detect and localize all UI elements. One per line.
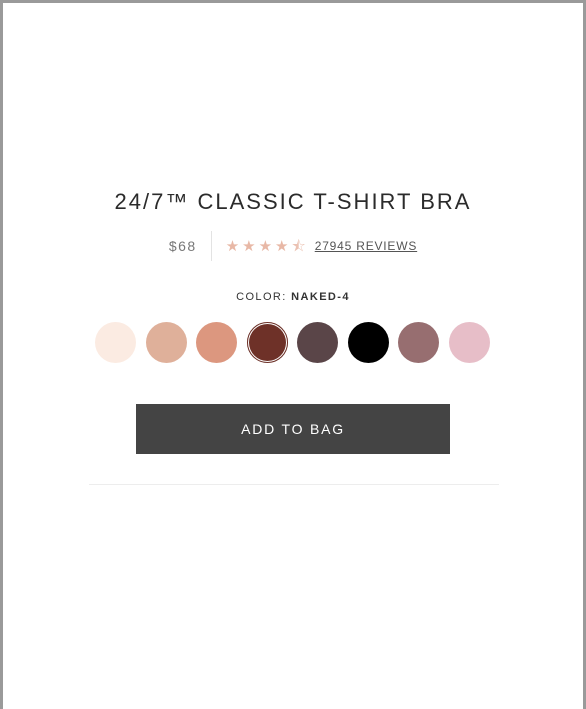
color-swatch[interactable] (246, 322, 288, 363)
star-icon: ★ (275, 237, 289, 255)
color-swatch[interactable] (347, 322, 389, 363)
selected-color-name: NAKED-4 (291, 291, 350, 303)
color-swatch[interactable] (297, 322, 338, 363)
product-panel: 24/7™ CLASSIC T-SHIRT BRA $68 ★ ★ ★ ★ ⯪ … (0, 0, 586, 709)
color-swatch[interactable] (95, 322, 136, 363)
vertical-divider (210, 231, 212, 261)
half-star-icon: ⯪ (291, 237, 306, 255)
color-swatch[interactable] (196, 322, 237, 363)
color-swatch[interactable] (448, 322, 490, 363)
color-swatches (95, 322, 499, 363)
color-label-prefix: COLOR: (236, 291, 292, 303)
color-swatch[interactable] (145, 322, 187, 363)
color-swatch[interactable] (398, 322, 439, 363)
product-price: $68 (168, 238, 197, 254)
star-rating: ★ ★ ★ ★ ⯪ (226, 239, 309, 254)
star-icon: ★ (225, 237, 240, 255)
star-icon: ★ (242, 237, 256, 255)
product-title: 24/7™ CLASSIC T-SHIRT BRA (114, 189, 472, 214)
price-rating-row: $68 ★ ★ ★ ★ ⯪ 27945 REVIEWS (3, 231, 583, 261)
add-to-bag-button[interactable]: ADD TO BAG (136, 404, 450, 454)
color-label: COLOR: NAKED-4 (3, 291, 583, 303)
horizontal-divider (89, 484, 499, 485)
star-icon: ★ (258, 237, 273, 255)
reviews-link[interactable]: 27945 REVIEWS (315, 239, 417, 253)
